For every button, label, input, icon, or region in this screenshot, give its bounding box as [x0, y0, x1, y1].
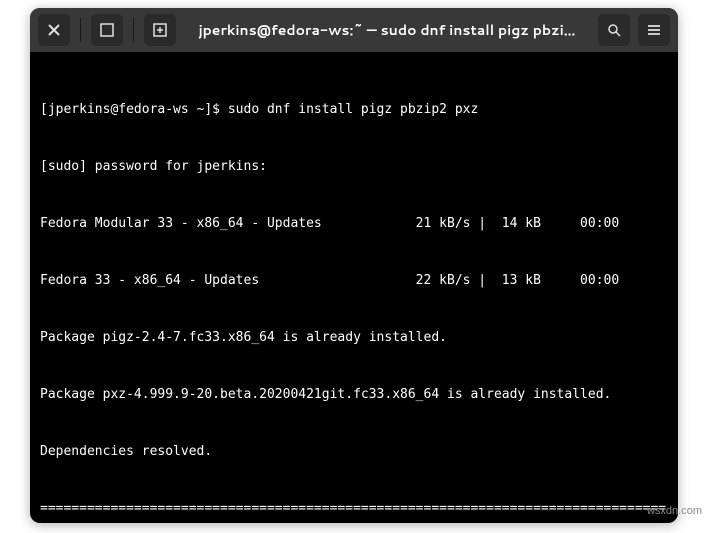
- close-button[interactable]: [38, 14, 70, 46]
- shell-prompt: [jperkins@fedora-ws ~]$: [40, 102, 228, 117]
- new-window-button[interactable]: [91, 14, 123, 46]
- titlebar-separator: [133, 18, 134, 42]
- close-icon: [46, 22, 62, 38]
- hamburger-icon: [646, 22, 662, 38]
- titlebar: jperkins@fedora-ws:~ — sudo dnf install …: [30, 8, 678, 52]
- terminal-body[interactable]: [jperkins@fedora-ws ~]$ sudo dnf install…: [30, 52, 678, 523]
- repo-status-line: Fedora 33 - x86_64 - Updates 22 kB/s | 1…: [40, 271, 668, 290]
- window-icon: [99, 22, 115, 38]
- already-installed-line: Package pigz-2.4-7.fc33.x86_64 is alread…: [40, 328, 668, 347]
- deps-resolved-line: Dependencies resolved.: [40, 442, 668, 461]
- sudo-prompt: [sudo] password for jperkins:: [40, 157, 668, 176]
- plus-tab-icon: [152, 22, 168, 38]
- new-tab-button[interactable]: [144, 14, 176, 46]
- watermark: wsxdn.com: [647, 505, 702, 517]
- terminal-window: jperkins@fedora-ws:~ — sudo dnf install …: [30, 8, 678, 523]
- window-title: jperkins@fedora-ws:~ — sudo dnf install …: [184, 20, 590, 40]
- shell-command: sudo dnf install pigz pbzip2 pxz: [228, 102, 478, 117]
- already-installed-line: Package pxz-4.999.9-20.beta.20200421git.…: [40, 385, 668, 404]
- repo-status-line: Fedora Modular 33 - x86_64 - Updates 21 …: [40, 214, 668, 233]
- search-button[interactable]: [598, 14, 630, 46]
- menu-button[interactable]: [638, 14, 670, 46]
- divider-line: ========================================…: [40, 499, 668, 518]
- titlebar-separator: [80, 18, 81, 42]
- search-icon: [606, 22, 622, 38]
- prompt-line: [jperkins@fedora-ws ~]$ sudo dnf install…: [40, 100, 668, 119]
